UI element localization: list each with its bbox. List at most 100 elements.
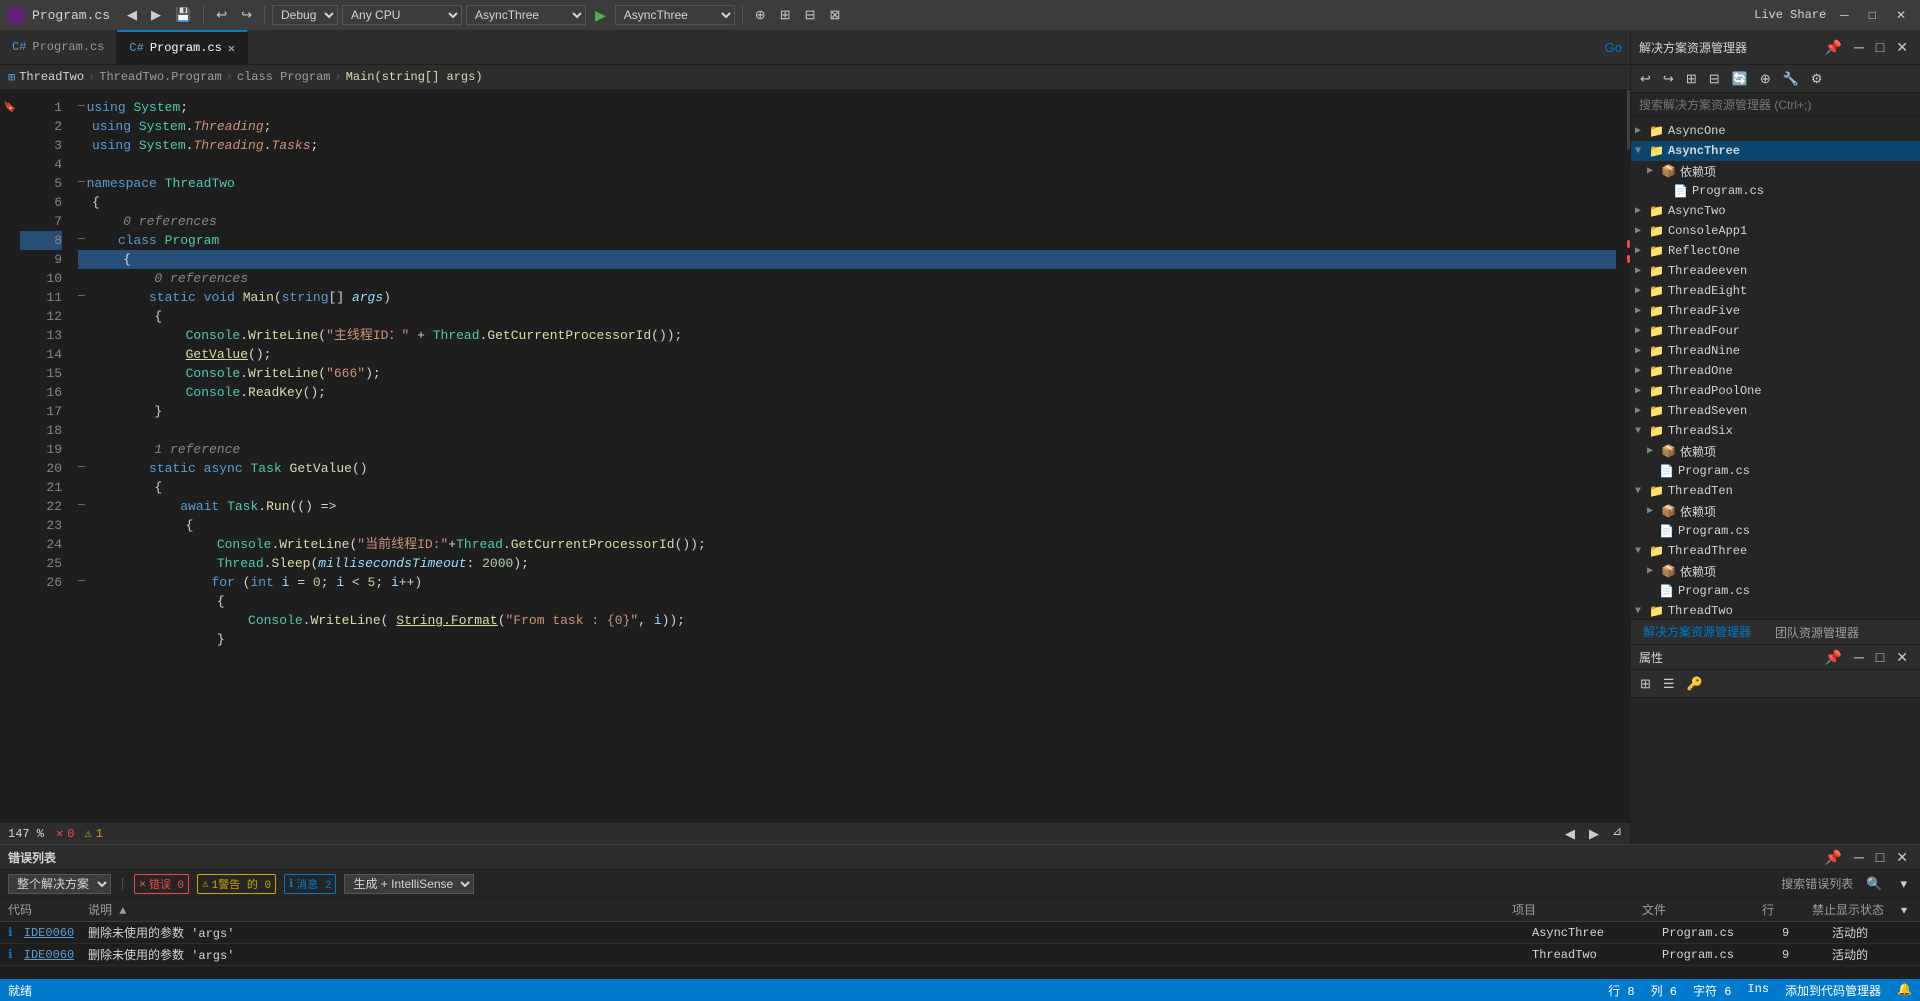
tree-asyncthree-program[interactable]: 📄 Program.cs xyxy=(1631,181,1920,201)
tree-threadnine[interactable]: ▶ 📁 ThreadNine xyxy=(1631,341,1920,361)
fold-23[interactable]: ─ xyxy=(78,573,85,592)
fold-19[interactable]: ─ xyxy=(78,497,85,516)
tb-redo-btn[interactable]: ↪ xyxy=(236,5,257,25)
panel-tab-solution[interactable]: 解决方案资源管理器 xyxy=(1631,619,1763,646)
panel-tab-team[interactable]: 团队资源管理器 xyxy=(1763,620,1871,645)
bc-class[interactable]: class Program xyxy=(237,70,331,84)
tree-threadten[interactable]: ▼ 📁 ThreadTen xyxy=(1631,481,1920,501)
tb-fwd-btn[interactable]: ▶ xyxy=(146,5,166,25)
fold-17[interactable]: ─ xyxy=(78,459,85,478)
tb-extra1[interactable]: ⊕ xyxy=(750,5,771,25)
props-tb-key[interactable]: 🔑 xyxy=(1682,674,1708,694)
status-add-source[interactable]: 添加到代码管理器 xyxy=(1785,982,1881,999)
window-minimize[interactable]: ─ xyxy=(1834,6,1855,24)
tb-back-btn[interactable]: ◀ xyxy=(122,5,142,25)
go-btn[interactable]: Go xyxy=(1597,30,1630,64)
bc-thread[interactable]: ThreadTwo xyxy=(19,70,84,84)
props-tb-grid[interactable]: ⊞ xyxy=(1635,674,1656,694)
tab-program-cs-left[interactable]: C# Program.cs xyxy=(0,30,117,64)
window-close[interactable]: ✕ xyxy=(1890,6,1912,24)
fold-5[interactable]: ─ xyxy=(78,174,85,193)
tree-threadsix[interactable]: ▼ 📁 ThreadSix xyxy=(1631,421,1920,441)
tab-program-cs-active[interactable]: C# Program.cs ✕ xyxy=(117,30,248,64)
sol-tb-btn3[interactable]: ⊞ xyxy=(1681,69,1702,89)
tree-asyncone[interactable]: ▶ 📁 AsyncOne xyxy=(1631,121,1920,141)
panel-maximize-btn[interactable]: □ xyxy=(1872,37,1888,58)
tree-consoleapp1[interactable]: ▶ 📁 ConsoleApp1 xyxy=(1631,221,1920,241)
error-badge[interactable]: ✕ 错误 0 xyxy=(134,874,189,894)
sol-tb-btn8[interactable]: ⚙ xyxy=(1806,69,1828,89)
debug-dropdown[interactable]: Debug xyxy=(272,5,338,25)
nav-right-btn[interactable]: ▶ xyxy=(1584,824,1604,844)
sol-tb-btn2[interactable]: ↪ xyxy=(1658,69,1679,89)
nav-left-btn[interactable]: ◀ xyxy=(1560,824,1580,844)
scope-dropdown[interactable]: 整个解决方案 xyxy=(8,874,111,894)
error-row-2[interactable]: ℹ IDE0060 删除未使用的参数 'args' ThreadTwo Prog… xyxy=(0,944,1920,966)
tree-reflectone[interactable]: ▶ 📁 ReflectOne xyxy=(1631,241,1920,261)
err-maximize-btn[interactable]: □ xyxy=(1872,847,1888,868)
cpu-dropdown[interactable]: Any CPU xyxy=(342,5,462,25)
err-close-btn[interactable]: ✕ xyxy=(1892,847,1912,868)
tree-asyncthree-deps[interactable]: ▶ 📦 依赖项 xyxy=(1631,161,1920,181)
tree-threadseven[interactable]: ▶ 📁 ThreadSeven xyxy=(1631,401,1920,421)
err-filter-btn[interactable]: ▾ xyxy=(1895,874,1912,894)
props-pin-btn[interactable]: 📌 xyxy=(1820,647,1845,668)
err-minimize-btn[interactable]: ─ xyxy=(1850,847,1868,868)
tb-extra4[interactable]: ⊠ xyxy=(825,5,846,25)
bc-method[interactable]: Main(string[] args) xyxy=(346,70,483,84)
solution-search-input[interactable] xyxy=(1639,98,1912,112)
bc-ns[interactable]: ThreadTwo.Program xyxy=(99,70,221,84)
fold-9[interactable]: ─ xyxy=(78,288,85,307)
err1-code-link[interactable]: IDE0060 xyxy=(24,926,74,940)
run-btn[interactable]: ▶ xyxy=(590,5,611,26)
sol-tb-btn1[interactable]: ↩ xyxy=(1635,69,1656,89)
live-share-label[interactable]: Live Share xyxy=(1754,8,1826,22)
tb-undo-btn[interactable]: ↩ xyxy=(211,5,232,25)
filter-icon-btn[interactable]: ▾ xyxy=(1896,901,1912,919)
tree-threadthree-program[interactable]: 📄 Program.cs xyxy=(1631,581,1920,601)
warn-badge[interactable]: ⚠ 1警告 的 0 xyxy=(197,874,276,894)
panel-close-btn[interactable]: ✕ xyxy=(1892,37,1912,58)
props-close-btn[interactable]: ✕ xyxy=(1892,647,1912,668)
tree-threadfive[interactable]: ▶ 📁 ThreadFive xyxy=(1631,301,1920,321)
err-pin-btn[interactable]: 📌 xyxy=(1820,847,1845,868)
tree-threadthree[interactable]: ▼ 📁 ThreadThree xyxy=(1631,541,1920,561)
tree-threadeeven[interactable]: ▶ 📁 Threadeeven xyxy=(1631,261,1920,281)
error-row-1[interactable]: ℹ IDE0060 删除未使用的参数 'args' AsyncThree Pro… xyxy=(0,922,1920,944)
tree-threadpoolone[interactable]: ▶ 📁 ThreadPoolOne xyxy=(1631,381,1920,401)
tree-threadone[interactable]: ▶ 📁 ThreadOne xyxy=(1631,361,1920,381)
tree-asynctwo[interactable]: ▶ 📁 AsyncTwo xyxy=(1631,201,1920,221)
tree-threadtwo[interactable]: ▼ 📁 ThreadTwo xyxy=(1631,601,1920,619)
info-badge[interactable]: ℹ 消息 2 xyxy=(284,874,336,894)
sol-tb-btn4[interactable]: ⊟ xyxy=(1704,69,1725,89)
tree-threadsix-program[interactable]: 📄 Program.cs xyxy=(1631,461,1920,481)
panel-minimize-btn[interactable]: ─ xyxy=(1850,37,1868,58)
tree-threadten-program[interactable]: 📄 Program.cs xyxy=(1631,521,1920,541)
tb-extra2[interactable]: ⊞ xyxy=(775,5,796,25)
err-search-btn[interactable]: 🔍 xyxy=(1861,874,1887,894)
tree-threadfour[interactable]: ▶ 📁 ThreadFour xyxy=(1631,321,1920,341)
code-editor[interactable]: ─ using System; using System.Threading; … xyxy=(70,90,1616,822)
tree-asyncthree[interactable]: ▼ 📁 AsyncThree xyxy=(1631,141,1920,161)
props-maximize-btn[interactable]: □ xyxy=(1872,647,1888,668)
run-target-dropdown[interactable]: AsyncThree xyxy=(615,5,735,25)
window-maximize[interactable]: □ xyxy=(1863,6,1882,24)
err2-code-link[interactable]: IDE0060 xyxy=(24,948,74,962)
tree-threadeight[interactable]: ▶ 📁 ThreadEight xyxy=(1631,281,1920,301)
tb-extra3[interactable]: ⊟ xyxy=(800,5,821,25)
panel-pin-btn[interactable]: 📌 xyxy=(1820,37,1845,58)
tb-save-btn[interactable]: 💾 xyxy=(170,5,196,25)
props-tb-list[interactable]: ☰ xyxy=(1658,674,1680,694)
tab-close-btn[interactable]: ✕ xyxy=(228,41,235,56)
scroll-thumb[interactable] xyxy=(1627,90,1630,150)
tree-threadsix-deps[interactable]: ▶ 📦 依赖项 xyxy=(1631,441,1920,461)
build-filter-dropdown[interactable]: 生成 + IntelliSense xyxy=(344,874,474,894)
sol-tb-btn6[interactable]: ⊕ xyxy=(1755,69,1776,89)
fold-1[interactable]: ─ xyxy=(78,98,85,117)
tree-threadten-deps[interactable]: ▶ 📦 依赖项 xyxy=(1631,501,1920,521)
sol-tb-btn5[interactable]: 🔄 xyxy=(1727,69,1753,89)
fold-7[interactable]: ─ xyxy=(78,231,85,250)
project-dropdown[interactable]: AsyncThree xyxy=(466,5,586,25)
tree-threadthree-deps[interactable]: ▶ 📦 依赖项 xyxy=(1631,561,1920,581)
sol-tb-btn7[interactable]: 🔧 xyxy=(1778,69,1804,89)
